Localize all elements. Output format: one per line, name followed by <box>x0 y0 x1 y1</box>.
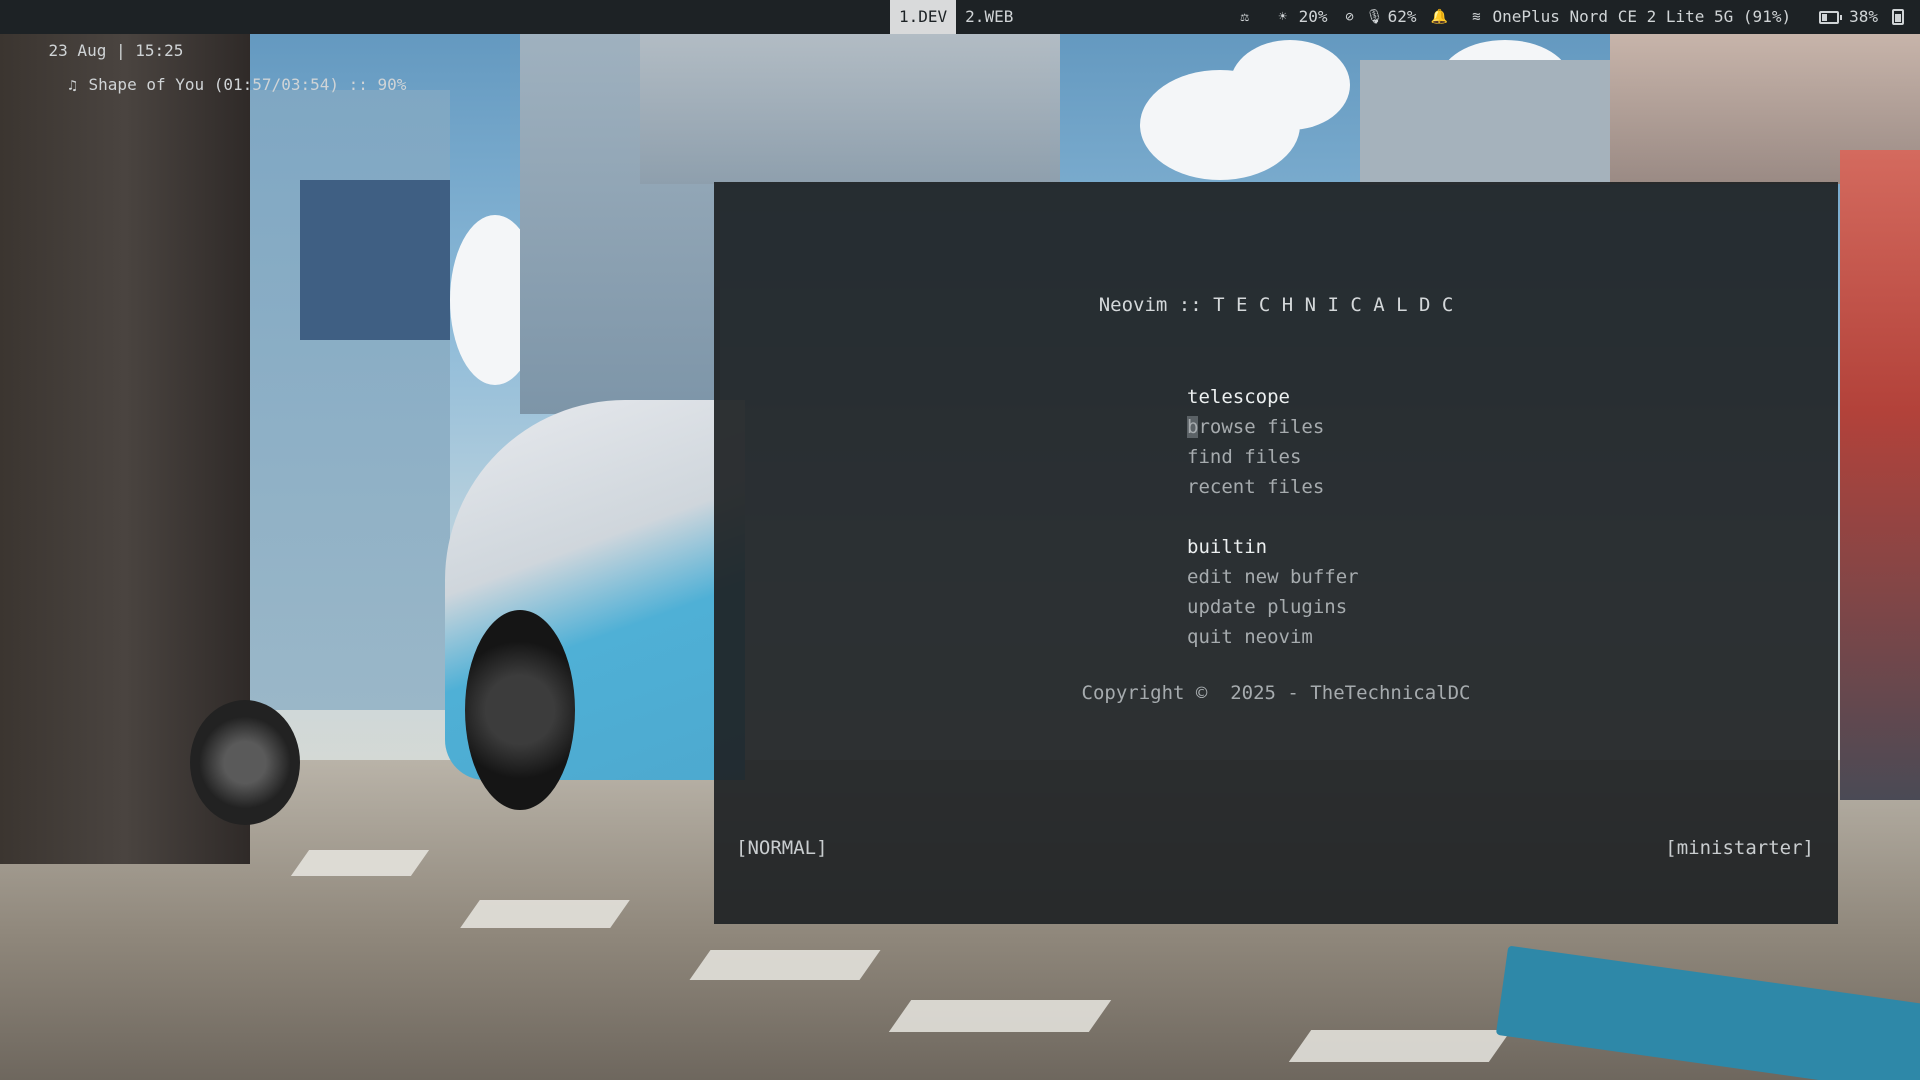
brightness-icon: ☀ <box>1278 9 1287 25</box>
cursor: b <box>1187 416 1199 438</box>
menu-item-browse-files-label: rowse files <box>1198 416 1325 438</box>
menu-item-recent-files[interactable]: recent files <box>1187 472 1359 502</box>
section-title-builtin: builtin <box>1187 536 1268 558</box>
phone-battery-icon <box>1892 9 1904 25</box>
workspace-switcher: 1.DEV 2.WEB <box>890 0 1022 34</box>
section-title-telescope: telescope <box>1187 386 1290 408</box>
music-note-icon: ♫ <box>68 78 77 94</box>
topbar-left: 23 Aug | 15:25 ♫ Shape of You (01:57/03:5… <box>10 0 407 136</box>
mic-icon: 🎙 <box>1365 9 1384 25</box>
datetime: 23 Aug | 15:25 <box>48 41 184 60</box>
battery-icon <box>1819 10 1843 24</box>
battery-value: 38% <box>1849 7 1878 26</box>
scale-icon[interactable]: ⚖ <box>1237 9 1253 25</box>
workspace-2[interactable]: 2.WEB <box>956 0 1022 34</box>
nvim-header: Neovim :: T E C H N I C A L D C <box>1098 294 1454 316</box>
neovim-window[interactable]: Neovim :: T E C H N I C A L D C telescop… <box>714 182 1838 924</box>
menu-item-find-files[interactable]: find files <box>1187 442 1359 472</box>
now-playing[interactable]: Shape of You (01:57/03:54) :: 90% <box>89 75 407 94</box>
network-name[interactable]: OnePlus Nord CE 2 Lite 5G (91%) <box>1492 0 1791 34</box>
menu-item-update-plugins[interactable]: update plugins <box>1187 592 1359 622</box>
top-status-bar: 23 Aug | 15:25 ♫ Shape of You (01:57/03:5… <box>0 0 1920 94</box>
plugin-indicator: [ministarter] <box>1665 837 1814 859</box>
menu-item-quit-neovim[interactable]: quit neovim <box>1187 622 1359 652</box>
menu-item-browse-files[interactable]: browse files <box>1187 412 1359 442</box>
menu-item-edit-new-buffer[interactable]: edit new buffer <box>1187 562 1359 592</box>
starter-menu: telescope browse files find files recent… <box>1187 382 1359 652</box>
workspace-1[interactable]: 1.DEV <box>890 0 957 34</box>
brightness-value[interactable]: 20% <box>1299 0 1328 34</box>
mode-indicator: [NORMAL] <box>736 837 828 859</box>
battery-fill <box>1822 13 1828 21</box>
mic-muted-icon[interactable]: ⊘ <box>1342 9 1358 25</box>
wifi-icon: ≋ <box>1472 9 1481 25</box>
bell-icon[interactable]: 🔔 <box>1430 9 1447 25</box>
volume-value[interactable]: 62% <box>1388 0 1417 34</box>
nvim-footer: Copyright © 2025 - TheTechnicalDC <box>1081 682 1471 704</box>
topbar-right: ⚖ ☀ 20% ⊘ 🎙 62% 🔔 ≋ OnePlus Nord CE 2 Lite 5… <box>1223 0 1910 34</box>
